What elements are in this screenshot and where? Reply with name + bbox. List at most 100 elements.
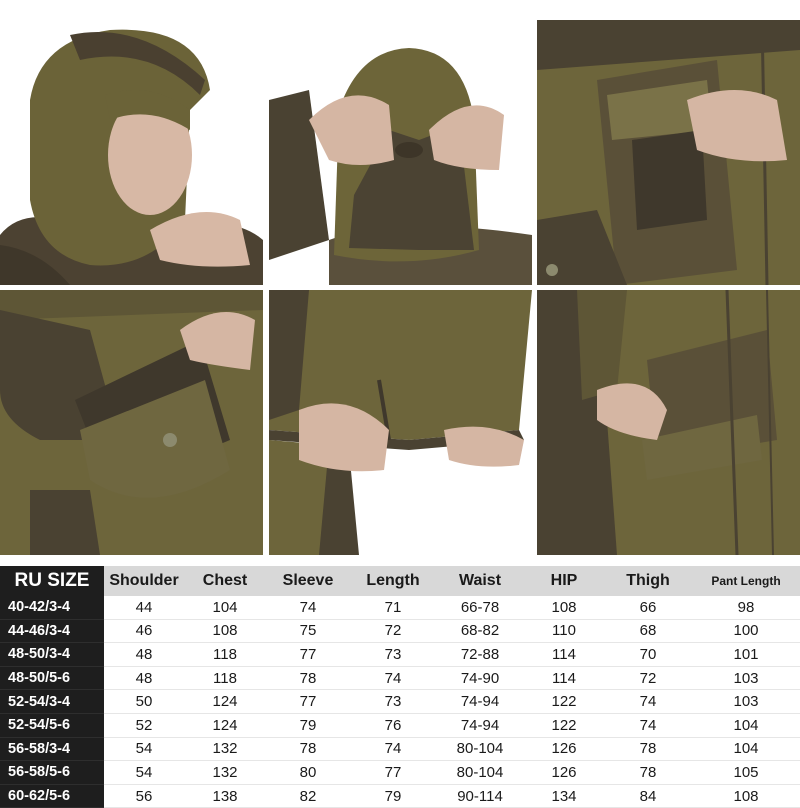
- photo-hem-drawstring: [269, 290, 532, 555]
- header-sleeve: Sleeve: [266, 566, 350, 596]
- header-chest: Chest: [184, 566, 266, 596]
- sleeve-value: 80: [266, 760, 350, 785]
- photo-chest-pocket: [537, 20, 800, 285]
- length-value: 74: [350, 666, 436, 691]
- sleeve-value: 77: [266, 689, 350, 714]
- shoulder-value: 44: [104, 596, 184, 620]
- chest-pocket-illustration: [537, 20, 800, 285]
- table-row: 44-46/3-4 46 108 75 72 68-82 110 68 100: [0, 619, 800, 644]
- shoulder-value: 48: [104, 642, 184, 667]
- chest-value: 138: [184, 784, 266, 808]
- chest-value: 118: [184, 666, 266, 691]
- side-pocket-illustration: [0, 290, 263, 555]
- hip-value: 126: [524, 737, 604, 762]
- thigh-value: 84: [604, 784, 692, 808]
- length-value: 73: [350, 642, 436, 667]
- thigh-value: 78: [604, 737, 692, 762]
- waist-value: 74-94: [436, 713, 524, 738]
- hip-value: 108: [524, 596, 604, 620]
- shoulder-value: 56: [104, 784, 184, 808]
- zip-pocket-illustration: [537, 290, 800, 555]
- photo-hood-back: [269, 20, 532, 285]
- waist-value: 68-82: [436, 619, 524, 644]
- hip-value: 122: [524, 713, 604, 738]
- chest-value: 104: [184, 596, 266, 620]
- sleeve-value: 78: [266, 666, 350, 691]
- pant-length-value: 108: [692, 784, 800, 808]
- thigh-value: 74: [604, 713, 692, 738]
- size-chart-header-row: RU SIZE Shoulder Chest Sleeve Length Wai…: [0, 566, 800, 596]
- sleeve-value: 82: [266, 784, 350, 808]
- length-value: 74: [350, 737, 436, 762]
- product-photo-grid: [0, 0, 800, 560]
- size-label: 44-46/3-4: [0, 619, 104, 644]
- shoulder-value: 50: [104, 689, 184, 714]
- waist-value: 74-90: [436, 666, 524, 691]
- thigh-value: 68: [604, 619, 692, 644]
- pant-length-value: 100: [692, 619, 800, 644]
- size-label: 52-54/5-6: [0, 713, 104, 738]
- table-row: 48-50/5-6 48 118 78 74 74-90 114 72 103: [0, 666, 800, 691]
- table-row: 48-50/3-4 48 118 77 73 72-88 114 70 101: [0, 642, 800, 667]
- header-waist: Waist: [436, 566, 524, 596]
- size-label: 56-58/5-6: [0, 760, 104, 785]
- hip-value: 114: [524, 642, 604, 667]
- length-value: 79: [350, 784, 436, 808]
- sleeve-value: 78: [266, 737, 350, 762]
- header-pant-length: Pant Length: [692, 566, 800, 596]
- size-label: 40-42/3-4: [0, 596, 104, 620]
- hip-value: 114: [524, 666, 604, 691]
- table-row: 52-54/3-4 50 124 77 73 74-94 122 74 103: [0, 689, 800, 714]
- size-label: 48-50/3-4: [0, 642, 104, 667]
- hip-value: 110: [524, 619, 604, 644]
- table-row: 56-58/3-4 54 132 78 74 80-104 126 78 104: [0, 737, 800, 762]
- header-hip: HIP: [524, 566, 604, 596]
- table-row: 56-58/5-6 54 132 80 77 80-104 126 78 105: [0, 760, 800, 785]
- shoulder-value: 46: [104, 619, 184, 644]
- chest-value: 118: [184, 642, 266, 667]
- size-label: 60-62/5-6: [0, 784, 104, 808]
- sleeve-value: 75: [266, 619, 350, 644]
- photo-zip-pocket: [537, 290, 800, 555]
- pant-length-value: 105: [692, 760, 800, 785]
- pant-length-value: 103: [692, 666, 800, 691]
- shoulder-value: 54: [104, 737, 184, 762]
- length-value: 71: [350, 596, 436, 620]
- hood-front-illustration: [0, 20, 263, 285]
- chest-value: 124: [184, 689, 266, 714]
- table-row: 52-54/5-6 52 124 79 76 74-94 122 74 104: [0, 713, 800, 738]
- header-ru-size: RU SIZE: [0, 566, 104, 596]
- waist-value: 80-104: [436, 737, 524, 762]
- length-value: 77: [350, 760, 436, 785]
- size-chart-table: RU SIZE Shoulder Chest Sleeve Length Wai…: [0, 566, 800, 808]
- chest-value: 132: [184, 760, 266, 785]
- header-thigh: Thigh: [604, 566, 692, 596]
- hem-drawstring-illustration: [269, 290, 532, 555]
- chest-value: 132: [184, 737, 266, 762]
- shoulder-value: 52: [104, 713, 184, 738]
- hood-back-illustration: [269, 20, 532, 285]
- pant-length-value: 98: [692, 596, 800, 620]
- thigh-value: 72: [604, 666, 692, 691]
- sleeve-value: 74: [266, 596, 350, 620]
- waist-value: 72-88: [436, 642, 524, 667]
- hip-value: 126: [524, 760, 604, 785]
- thigh-value: 66: [604, 596, 692, 620]
- pant-length-value: 104: [692, 737, 800, 762]
- size-label: 48-50/5-6: [0, 666, 104, 691]
- hip-value: 122: [524, 689, 604, 714]
- shoulder-value: 48: [104, 666, 184, 691]
- thigh-value: 70: [604, 642, 692, 667]
- waist-value: 66-78: [436, 596, 524, 620]
- length-value: 72: [350, 619, 436, 644]
- thigh-value: 78: [604, 760, 692, 785]
- pant-length-value: 104: [692, 713, 800, 738]
- waist-value: 74-94: [436, 689, 524, 714]
- table-row: 40-42/3-4 44 104 74 71 66-78 108 66 98: [0, 596, 800, 620]
- hip-value: 134: [524, 784, 604, 808]
- sleeve-value: 79: [266, 713, 350, 738]
- header-shoulder: Shoulder: [104, 566, 184, 596]
- sleeve-value: 77: [266, 642, 350, 667]
- pant-length-value: 103: [692, 689, 800, 714]
- waist-value: 80-104: [436, 760, 524, 785]
